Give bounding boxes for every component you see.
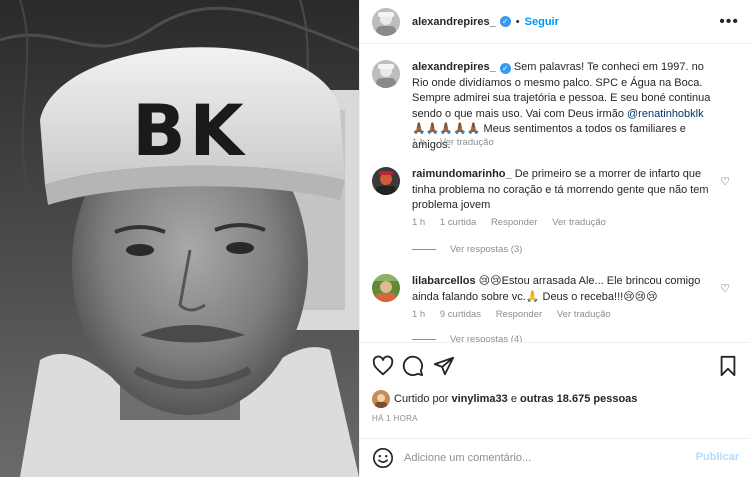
replies-line xyxy=(412,249,436,250)
comment-text: lilabarcellos 😢😢Estou arrasada Ale... El… xyxy=(412,274,712,305)
comment-time: 1 h xyxy=(412,309,426,320)
comment-likes-count[interactable]: 9 curtidas xyxy=(440,309,481,320)
likes-count-button[interactable]: outras 18.675 pessoas xyxy=(520,393,637,405)
caption-mention-link[interactable]: @renatinhobklk xyxy=(627,108,704,120)
caption-author-avatar[interactable] xyxy=(372,60,400,88)
author-avatar[interactable] xyxy=(372,7,400,36)
save-bookmark-icon[interactable] xyxy=(717,355,739,377)
liked-by-conjunction: e xyxy=(510,393,517,405)
comment-likes-count[interactable]: 1 curtida xyxy=(440,217,476,228)
commenter-avatar[interactable] xyxy=(372,167,400,195)
comment-reply-button[interactable]: Responder xyxy=(496,309,542,320)
follow-button[interactable]: Seguir xyxy=(525,16,559,28)
comment-reply-button[interactable]: Responder xyxy=(491,217,537,228)
comment-like-heart-icon[interactable]: ♡ xyxy=(720,175,730,188)
view-replies-label: Ver respostas (4) xyxy=(450,334,523,342)
verified-badge-icon: ✓ xyxy=(499,63,511,74)
header-separator: • xyxy=(515,15,520,28)
comment-translate-button[interactable]: Ver tradução xyxy=(557,309,611,320)
publish-button[interactable]: Publicar xyxy=(696,451,739,463)
post-timestamp[interactable]: HÁ 1 HORA xyxy=(372,414,418,423)
view-replies-button[interactable]: Ver respostas (4) xyxy=(412,334,522,342)
comment-meta: 1 h 1 curtida Responder Ver tradução xyxy=(412,217,618,228)
post-actions: Curtido por vinylima33 e outras 18.675 p… xyxy=(360,342,750,442)
post-dialog: BK alexandrepires_ ✓ • Seguir ••• alexan… xyxy=(0,0,750,477)
emoji-smiley-icon[interactable] xyxy=(372,447,394,469)
verified-badge-icon: ✓ xyxy=(499,16,511,27)
comment-text: raimundomarinho_ De primeiro se a morrer… xyxy=(412,167,712,214)
author-username[interactable]: alexandrepires_ xyxy=(412,16,496,28)
liked-by: Curtido por vinylima33 e outras 18.675 p… xyxy=(372,390,637,408)
add-comment-input[interactable] xyxy=(404,452,674,464)
liker-avatar[interactable] xyxy=(372,390,390,408)
comments-list[interactable]: alexandrepires_ ✓ Sem palavras! Te conhec… xyxy=(360,45,750,342)
post-side-panel: alexandrepires_ ✓ • Seguir ••• alexandre… xyxy=(359,0,750,477)
caption-meta: 1 h Ver tradução xyxy=(412,137,506,148)
comment-time: 1 h xyxy=(412,217,426,228)
comment-author[interactable]: raimundomarinho_ xyxy=(412,168,512,180)
share-paper-plane-icon[interactable] xyxy=(433,355,455,377)
view-replies-button[interactable]: Ver respostas (3) xyxy=(412,244,522,255)
caption-time: 1 h xyxy=(412,137,426,148)
caption-translate-button[interactable]: Ver tradução xyxy=(440,137,494,148)
comment-like-heart-icon[interactable]: ♡ xyxy=(720,282,730,295)
commenter-avatar[interactable] xyxy=(372,274,400,302)
cap-logo: BK xyxy=(132,90,248,172)
comment-bubble-icon[interactable] xyxy=(402,355,424,377)
liked-by-prefix: Curtido por xyxy=(394,393,449,405)
action-icons xyxy=(372,355,739,379)
more-horizontal-icon[interactable]: ••• xyxy=(719,13,739,31)
liker-username[interactable]: vinylima33 xyxy=(451,393,507,405)
like-heart-icon[interactable] xyxy=(372,355,394,377)
comment-meta: 1 h 9 curtidas Responder Ver tradução xyxy=(412,309,623,320)
view-replies-label: Ver respostas (3) xyxy=(450,244,523,255)
post-photo[interactable]: BK xyxy=(0,0,359,477)
caption-author[interactable]: alexandrepires_ xyxy=(412,61,496,73)
comment-author[interactable]: lilabarcellos xyxy=(412,275,476,287)
post-header: alexandrepires_ ✓ • Seguir ••• xyxy=(360,0,750,44)
replies-line xyxy=(412,339,436,340)
comment-translate-button[interactable]: Ver tradução xyxy=(552,217,606,228)
add-comment-bar: Publicar xyxy=(360,438,750,477)
selfie-image: BK xyxy=(0,0,359,477)
